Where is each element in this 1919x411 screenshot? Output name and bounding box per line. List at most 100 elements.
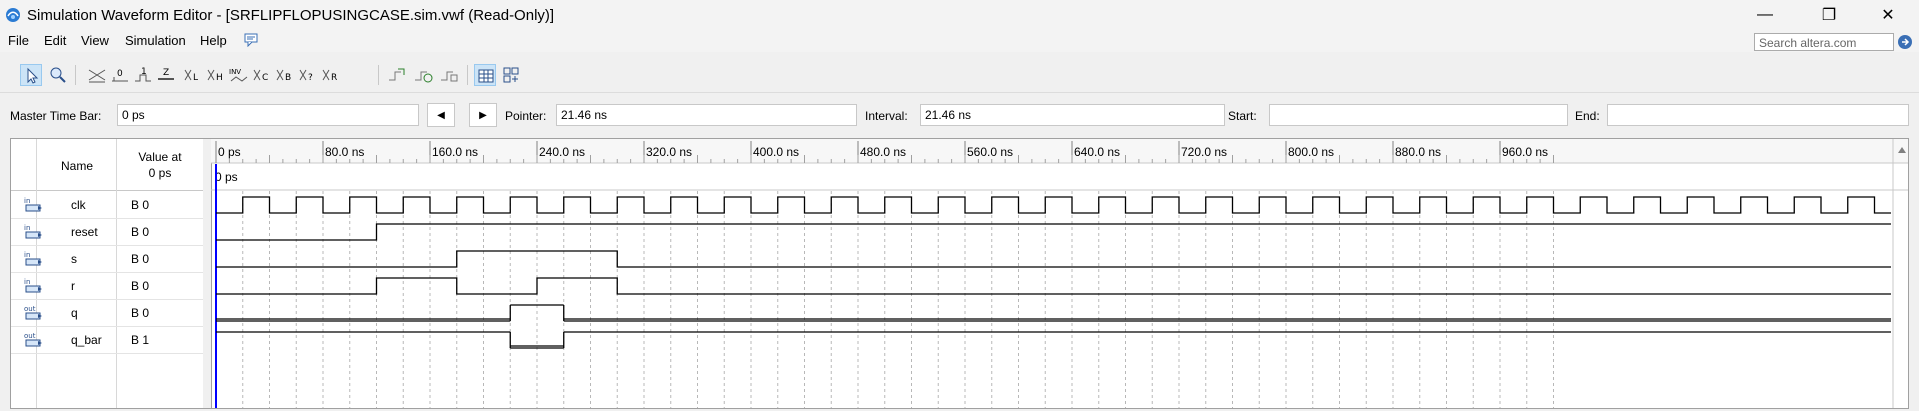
count-value-button[interactable]: C: [251, 64, 273, 86]
value-column-header[interactable]: Value at: [117, 150, 203, 164]
random-value-button[interactable]: R: [320, 64, 342, 86]
svg-text:B: B: [285, 73, 291, 83]
end-field: [1607, 104, 1909, 126]
weak-low-button[interactable]: L: [182, 64, 204, 86]
close-button[interactable]: ✕: [1865, 0, 1911, 30]
q-waveform: [216, 304, 1891, 322]
ruler-tick-label: 80.0 ns: [325, 145, 364, 159]
svg-text:in: in: [24, 278, 30, 286]
forcing-low-icon: 0: [112, 69, 128, 82]
arbitrary-value-button[interactable]: ?: [297, 64, 319, 86]
svg-text:R: R: [331, 73, 337, 83]
svg-text:?: ?: [308, 73, 313, 83]
output-pin-icon: out: [24, 305, 42, 320]
signal-value: B 0: [131, 306, 150, 320]
timing-simulation-icon: [415, 71, 433, 83]
master-cursor-label: 0 ps: [215, 170, 238, 184]
master-time-bar-field[interactable]: 0 ps: [117, 104, 419, 126]
signal-row-reset[interactable]: in reset B 0: [11, 218, 203, 246]
app-icon: [6, 8, 20, 22]
signal-row-clk[interactable]: in clk B 0: [11, 191, 203, 219]
invert-button[interactable]: INV: [228, 64, 250, 86]
signal-row-q_bar[interactable]: out q_bar B 1: [11, 326, 203, 354]
zoom-tool-button[interactable]: [47, 64, 69, 86]
zoom-tool-icon: [50, 67, 66, 83]
master-time-bar-label: Master Time Bar:: [10, 109, 102, 123]
ruler-tick-label: 240.0 ns: [539, 145, 585, 159]
end-label: End:: [1575, 109, 1600, 123]
signal-row-q[interactable]: out q B 0: [11, 299, 203, 327]
ruler-tick-label: 800.0 ns: [1288, 145, 1334, 159]
waveform-panel[interactable]: 0 ps 80.0 ns 160.0 ns 240.0 ns 320.0 ns 400.0…: [211, 139, 1908, 408]
output-pin-icon: out: [24, 332, 42, 347]
timing-simulation-button[interactable]: [412, 64, 434, 86]
search-input[interactable]: Search altera.com: [1754, 33, 1894, 51]
menu-view[interactable]: View: [81, 33, 109, 48]
high-impedance-icon: Z: [158, 68, 174, 80]
svg-text:Z: Z: [163, 68, 169, 78]
svg-text:0: 0: [117, 69, 123, 79]
netlist-viewer-icon: [441, 71, 458, 82]
next-transition-button[interactable]: ▶: [469, 103, 497, 127]
reset-r-waveform: [216, 277, 1891, 295]
start-field: [1269, 104, 1568, 126]
waveform-canvas[interactable]: 0 ps 80.0 ns 160.0 ns 240.0 ns 320.0 ns 400.0…: [211, 139, 1908, 408]
pointer-tool-button[interactable]: [20, 64, 42, 86]
snap-to-grid-icon: [478, 69, 494, 83]
input-pin-icon: in: [24, 197, 42, 212]
forcing-low-button[interactable]: 0: [109, 64, 131, 86]
svg-text:in: in: [24, 197, 30, 205]
pointer-tool-icon: [27, 67, 39, 84]
clock-value-icon: B: [276, 69, 291, 83]
ruler-tick-label: 480.0 ns: [860, 145, 906, 159]
window-title: Simulation Waveform Editor - [SRFLIPFLOP…: [27, 7, 555, 24]
signal-name: clk: [71, 198, 86, 212]
ruler-tick-label: 0 ps: [218, 145, 241, 159]
functional-simulation-button[interactable]: [386, 64, 408, 86]
forcing-high-button[interactable]: 1: [132, 64, 154, 86]
start-label: Start:: [1228, 109, 1257, 123]
ruler-tick-label: 560.0 ns: [967, 145, 1013, 159]
svg-text:L: L: [193, 73, 198, 83]
menu-bar: File Edit View Simulation Help: [0, 30, 1919, 52]
feedback-icon[interactable]: [244, 33, 260, 47]
invert-value-icon: INV: [229, 68, 248, 82]
clock-value-button[interactable]: B: [274, 64, 296, 86]
weak-high-icon: H: [207, 69, 223, 83]
weak-low-icon: L: [184, 69, 198, 83]
restore-button[interactable]: ❐: [1806, 0, 1852, 30]
close-icon: ✕: [1881, 7, 1895, 24]
grid-settings-button[interactable]: [500, 64, 522, 86]
search-go-icon[interactable]: [1897, 34, 1913, 50]
menu-edit[interactable]: Edit: [44, 33, 66, 48]
set-waveform: [216, 250, 1891, 268]
menu-simulation[interactable]: Simulation: [125, 33, 186, 48]
waveform-editor: Name Value at 0 ps in clk B 0 in reset B…: [10, 138, 1909, 409]
reset-waveform: [216, 223, 1891, 241]
ruler-tick-label: 400.0 ns: [753, 145, 799, 159]
signal-value: B 0: [131, 198, 150, 212]
svg-text:INV: INV: [229, 68, 241, 76]
signal-row-r[interactable]: in r B 0: [11, 272, 203, 300]
functional-simulation-icon: [389, 68, 405, 81]
high-impedance-button[interactable]: Z: [155, 64, 177, 86]
prev-transition-button[interactable]: ◀: [427, 103, 455, 127]
menu-file[interactable]: File: [8, 33, 29, 48]
signal-row-s[interactable]: in s B 0: [11, 245, 203, 273]
menu-help[interactable]: Help: [200, 33, 227, 48]
netlist-viewer-button[interactable]: [438, 64, 460, 86]
restore-icon: ❐: [1821, 7, 1837, 24]
name-column-header[interactable]: Name: [61, 159, 93, 173]
weak-high-button[interactable]: H: [205, 64, 227, 86]
signal-value: B 1: [131, 333, 150, 347]
uninitialized-button[interactable]: [86, 64, 108, 86]
snap-to-grid-button[interactable]: [474, 64, 496, 86]
input-pin-icon: in: [24, 251, 42, 266]
signal-list-header: Name Value at 0 ps: [11, 139, 203, 408]
svg-text:out: out: [24, 332, 36, 340]
ruler-tick-label: 320.0 ns: [646, 145, 692, 159]
signal-value: B 0: [131, 225, 150, 239]
value-column-header-time: 0 ps: [148, 166, 172, 180]
minimize-button[interactable]: —: [1742, 0, 1788, 30]
arbitrary-value-icon: ?: [299, 69, 313, 83]
